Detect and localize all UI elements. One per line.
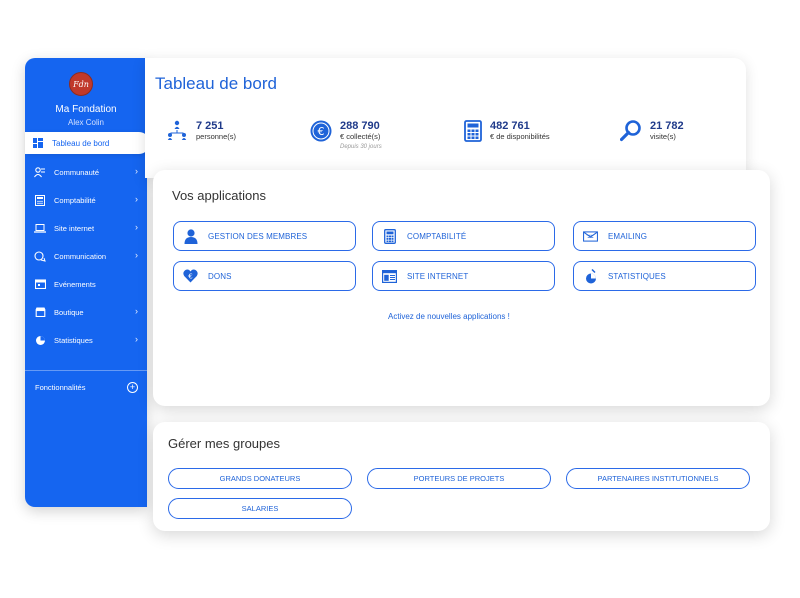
- app-statistiques-button[interactable]: STATISTIQUES: [573, 261, 756, 291]
- user-name: Alex Colin: [67, 118, 104, 127]
- stat-availability: 482 761 € de disponibilités: [464, 120, 550, 147]
- stat-people: 7 251 personne(s): [166, 120, 236, 149]
- chevron-right-icon: ›: [135, 334, 138, 344]
- sidebar-divider: [25, 370, 147, 371]
- sidebar-item-boutique[interactable]: Boutique ›: [25, 303, 147, 321]
- chevron-right-icon: ›: [135, 222, 138, 232]
- sidebar-item-dashboard[interactable]: Tableau de bord: [25, 132, 150, 154]
- groups-title: Gérer mes groupes: [168, 436, 280, 451]
- sidebar-item-comptabilite[interactable]: Comptabilité ›: [25, 191, 147, 209]
- app-label: SITE INTERNET: [407, 271, 469, 281]
- sidebar-item-evenements[interactable]: Evénements: [25, 275, 147, 293]
- app-gestion-membres-button[interactable]: GESTION DES MEMBRES: [173, 221, 356, 251]
- group-salaries-button[interactable]: SALARIES: [168, 498, 352, 519]
- app-label: GESTION DES MEMBRES: [208, 231, 308, 241]
- people-network-icon: [166, 120, 188, 149]
- sidebar-item-label: Tableau de bord: [52, 138, 110, 148]
- stat-collected: € 288 790 € collecté(s) Depuis 30 jours: [310, 120, 382, 150]
- sidebar-item-label: Evénements: [54, 279, 96, 289]
- chevron-right-icon: ›: [135, 194, 138, 204]
- stat-value: 7 251: [196, 120, 224, 132]
- applications-title: Vos applications: [172, 188, 266, 203]
- chevron-right-icon: ›: [135, 166, 138, 176]
- stat-visits: 21 782 visite(s): [619, 120, 684, 147]
- chevron-right-icon: ›: [135, 306, 138, 316]
- page-title: Tableau de bord: [155, 74, 277, 93]
- laptop-icon: [34, 222, 46, 234]
- member-icon: [183, 228, 198, 244]
- stat-label: € collecté(s): [340, 132, 381, 141]
- calculator-icon: [464, 120, 482, 147]
- app-label: STATISTIQUES: [608, 271, 666, 281]
- app-label: COMPTABILITÉ: [407, 231, 467, 241]
- sidebar-item-label: Statistiques: [54, 335, 93, 345]
- group-partenaires-institutionnels-button[interactable]: PARTENAIRES INSTITUTIONNELS: [566, 468, 750, 489]
- app-dons-button[interactable]: € DONS: [173, 261, 356, 291]
- sidebar-item-label: Comptabilité: [54, 195, 96, 205]
- group-grands-donateurs-button[interactable]: GRANDS DONATEURS: [168, 468, 352, 489]
- sidebar-item-communaute[interactable]: Communauté ›: [25, 163, 147, 181]
- stat-value: 21 782: [650, 120, 684, 132]
- chevron-right-icon: ›: [135, 250, 138, 260]
- stat-value: 482 761: [490, 120, 530, 132]
- activate-apps-link[interactable]: Activez de nouvelles applications !: [388, 312, 510, 321]
- stat-label: € de disponibilités: [490, 132, 550, 141]
- group-porteurs-projets-button[interactable]: PORTEURS DE PROJETS: [367, 468, 551, 489]
- stat-label: visite(s): [650, 132, 676, 141]
- app-label: DONS: [208, 271, 232, 281]
- app-emailing-button[interactable]: EMAILING: [573, 221, 756, 251]
- dashboard-icon: [33, 138, 43, 148]
- calendar-icon: [34, 278, 46, 290]
- organization-name: Ma Fondation: [55, 104, 117, 115]
- stat-period: Depuis 30 jours: [340, 144, 382, 150]
- calculator-icon: [382, 228, 397, 244]
- sidebar-item-statistiques[interactable]: Statistiques ›: [25, 331, 147, 349]
- svg-text:€: €: [318, 125, 325, 138]
- euro-heart-icon: €: [183, 269, 198, 284]
- sidebar-item-site-internet[interactable]: Site internet ›: [25, 219, 147, 237]
- app-comptabilite-button[interactable]: COMPTABILITÉ: [372, 221, 555, 251]
- svg-text:€: €: [188, 273, 193, 281]
- euro-coin-icon: €: [310, 120, 332, 147]
- add-functionality-button[interactable]: +: [127, 382, 138, 393]
- app-label: EMAILING: [608, 231, 648, 241]
- app-site-internet-button[interactable]: SITE INTERNET: [372, 261, 555, 291]
- community-icon: [34, 166, 46, 178]
- sidebar-item-label: Site internet: [54, 223, 95, 233]
- sidebar-item-label: Communication: [54, 251, 107, 261]
- website-icon: [382, 269, 397, 284]
- shop-icon: [34, 306, 46, 318]
- stats-icon: [583, 268, 598, 284]
- stat-label: personne(s): [196, 132, 237, 141]
- chat-icon: [34, 250, 46, 262]
- sidebar-item-communication[interactable]: Communication ›: [25, 247, 147, 265]
- organization-logo: Fdn: [69, 72, 93, 96]
- stat-value: 288 790: [340, 120, 380, 132]
- mail-icon: [583, 229, 598, 244]
- calculator-icon: [34, 194, 46, 206]
- sidebar-item-label: Communauté: [54, 167, 100, 177]
- functionalities-label: Fonctionnalités: [35, 383, 86, 392]
- magnifier-icon: [619, 120, 642, 147]
- pie-chart-icon: [34, 334, 46, 346]
- sidebar-item-label: Boutique: [54, 307, 84, 317]
